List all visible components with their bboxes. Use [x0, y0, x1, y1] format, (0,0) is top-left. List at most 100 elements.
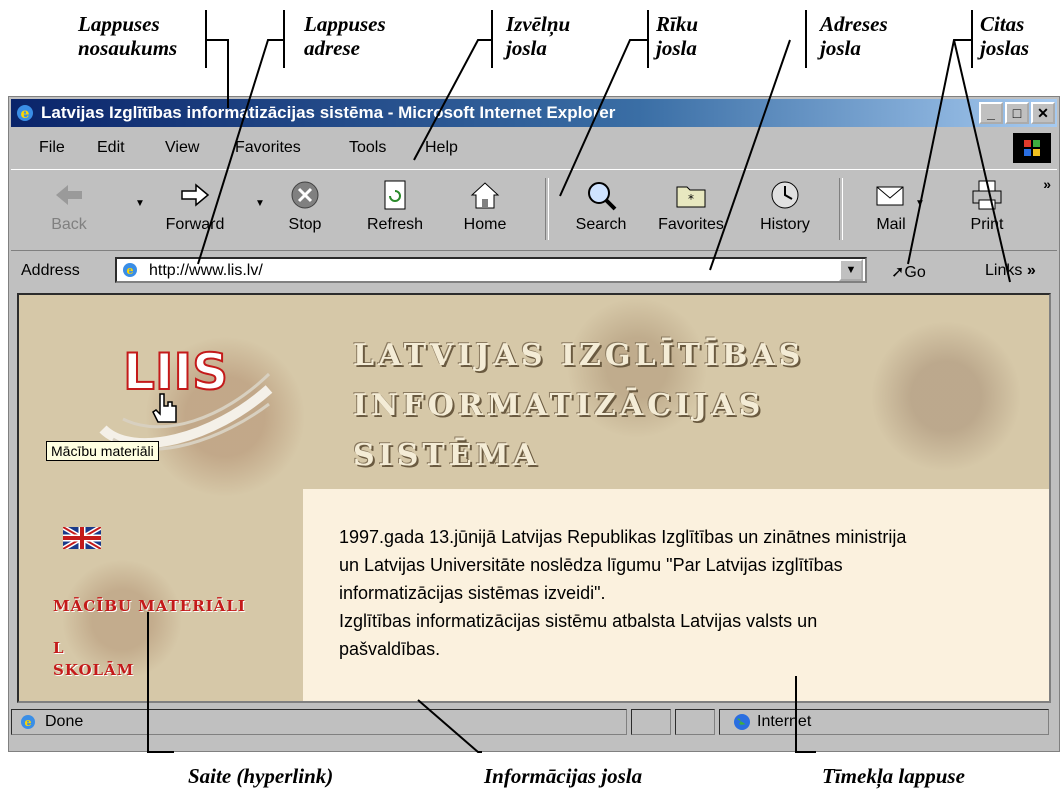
forward-arrow-icon [181, 183, 210, 207]
callout-page-title: Lappuses nosaukums [78, 12, 177, 60]
menu-edit[interactable]: Edit [97, 139, 125, 157]
links-chevron-icon: » [1026, 262, 1036, 279]
refresh-icon [384, 180, 406, 210]
home-icon [470, 182, 500, 209]
web-page: LIIS LATVIJAS IZGLĪTĪBAS INFORMATIZĀCIJA… [17, 293, 1051, 703]
status-segment [631, 709, 671, 735]
content-paragraph: 1997.gada 13.jūnijā Latvijas Republikas … [339, 527, 907, 603]
title-bar[interactable]: e Latvijas Izglītības informatizācijas s… [11, 99, 1057, 127]
content-panel: 1997.gada 13.jūnijā Latvijas Republikas … [303, 489, 1049, 701]
window-title: Latvijas Izglītības informatizācijas sis… [41, 103, 616, 122]
mail-icon [876, 186, 904, 206]
status-text: Done [45, 713, 84, 730]
address-input[interactable]: e http://www.lis.lv/ [115, 257, 867, 283]
mail-button[interactable]: Mail [851, 174, 931, 244]
content-paragraph: Izglītības informatizācijas sistēmu atba… [339, 611, 818, 659]
maximize-button[interactable]: □ [1005, 102, 1029, 124]
hand-cursor-icon [152, 393, 177, 423]
callout-text: Citas [980, 12, 1025, 36]
content-text: 1997.gada 13.jūnijā Latvijas Republikas … [339, 523, 919, 663]
english-flag-icon[interactable] [63, 527, 101, 549]
forward-button[interactable]: Forward [155, 174, 235, 244]
search-label: Search [575, 216, 627, 233]
stop-button[interactable]: Stop [265, 174, 345, 244]
callout-menu-bar: Izvēlņu josla [506, 12, 570, 60]
ie-logo-icon: e [17, 105, 33, 122]
stop-icon [291, 181, 319, 209]
callout-address-bar: Adreses josla [820, 12, 888, 60]
heading-line: INFORMATIZĀCIJAS [353, 388, 765, 423]
standard-toolbar: Back ▼ Forward ▼ Stop Refresh Home Searc… [11, 169, 1057, 251]
callout-toolbar: Rīku josla [656, 12, 698, 60]
refresh-label: Refresh [366, 216, 424, 233]
callout-text: josla [506, 36, 547, 60]
callout-text: Adreses [820, 12, 888, 36]
favorites-button[interactable]: * Favorites [651, 174, 731, 244]
menu-view[interactable]: View [165, 139, 199, 157]
toolbar-chevron-icon[interactable]: » [1043, 176, 1051, 192]
heading-line: SISTĒMA [353, 438, 541, 473]
callout-text: Izvēlņu [506, 12, 571, 36]
back-label: Back [51, 216, 87, 233]
links-label: Links [985, 262, 1023, 279]
stop-label: Stop [288, 216, 322, 233]
address-dropdown-button[interactable]: ▼ [839, 259, 863, 281]
callout-hyperlink: Saite (hyperlink) [188, 764, 334, 788]
address-bar: Address e http://www.lis.lv/ ▼ ➚Go Links… [11, 253, 1057, 289]
history-icon [771, 181, 799, 209]
back-dropdown-icon[interactable]: ▼ [135, 198, 145, 209]
address-url: http://www.lis.lv/ [149, 262, 263, 279]
go-arrow-icon: ➚ [891, 264, 905, 281]
refresh-button[interactable]: Refresh [355, 174, 435, 244]
history-button[interactable]: History [745, 174, 825, 244]
svg-text:*: * [688, 192, 694, 206]
callout-other-bars: Citas joslas [980, 12, 1029, 60]
go-button[interactable]: ➚Go [891, 262, 926, 282]
windows-logo-icon [1013, 133, 1051, 163]
internet-globe-icon [734, 714, 750, 730]
menu-help[interactable]: Help [425, 139, 458, 157]
forward-label: Forward [165, 216, 225, 233]
heading-line: LATVIJAS IZGLĪTĪBAS [353, 338, 805, 373]
link-schools[interactable]: SKOLĀM [53, 661, 134, 679]
links-button[interactable]: Links » [985, 262, 1036, 280]
callout-text: Lappuses [304, 12, 386, 36]
security-zone: Internet [757, 713, 812, 730]
search-icon [588, 182, 617, 211]
print-label: Print [970, 216, 1004, 233]
print-icon [972, 180, 1002, 210]
callout-text: josla [656, 36, 697, 60]
status-main-segment [11, 709, 627, 735]
close-button[interactable]: ✕ [1031, 102, 1055, 124]
page-heading: LATVIJAS IZGLĪTĪBAS INFORMATIZĀCIJAS SIS… [353, 331, 804, 481]
home-button[interactable]: Home [445, 174, 525, 244]
svg-text:e: e [25, 716, 32, 729]
toolbar-separator [839, 178, 843, 240]
page-done-icon: e [21, 715, 35, 729]
favorites-folder-icon: * [676, 186, 706, 208]
history-label: History [760, 216, 810, 233]
status-segment [675, 709, 715, 735]
menu-tools[interactable]: Tools [349, 139, 386, 157]
callout-status-bar: Informācijas josla [484, 764, 643, 788]
callout-web-page: Tīmekļa lappuse [822, 764, 965, 788]
home-label: Home [463, 216, 507, 233]
print-button[interactable]: Print [947, 174, 1027, 244]
mail-dropdown-icon[interactable]: ▼ [915, 198, 925, 209]
page-icon: e [123, 263, 137, 277]
back-arrow-icon [56, 185, 82, 205]
forward-dropdown-icon[interactable]: ▼ [255, 198, 265, 209]
menu-favorites[interactable]: Favorites [235, 139, 301, 157]
svg-text:e: e [127, 264, 134, 277]
callout-text: nosaukums [78, 36, 178, 60]
favorites-label: Favorites [658, 216, 724, 233]
back-button[interactable]: Back [29, 174, 109, 244]
mail-label: Mail [876, 216, 906, 233]
callout-text: Lappuses [78, 12, 160, 36]
link-study-materials[interactable]: MĀCĪBU MATERIĀLI [53, 597, 246, 615]
menu-file[interactable]: File [39, 139, 65, 157]
minimize-button[interactable]: _ [979, 102, 1003, 124]
search-button[interactable]: Search [561, 174, 641, 244]
link-tooltip: Mācību materiāli [46, 441, 159, 461]
link-schools-first-line[interactable]: L [53, 639, 65, 657]
